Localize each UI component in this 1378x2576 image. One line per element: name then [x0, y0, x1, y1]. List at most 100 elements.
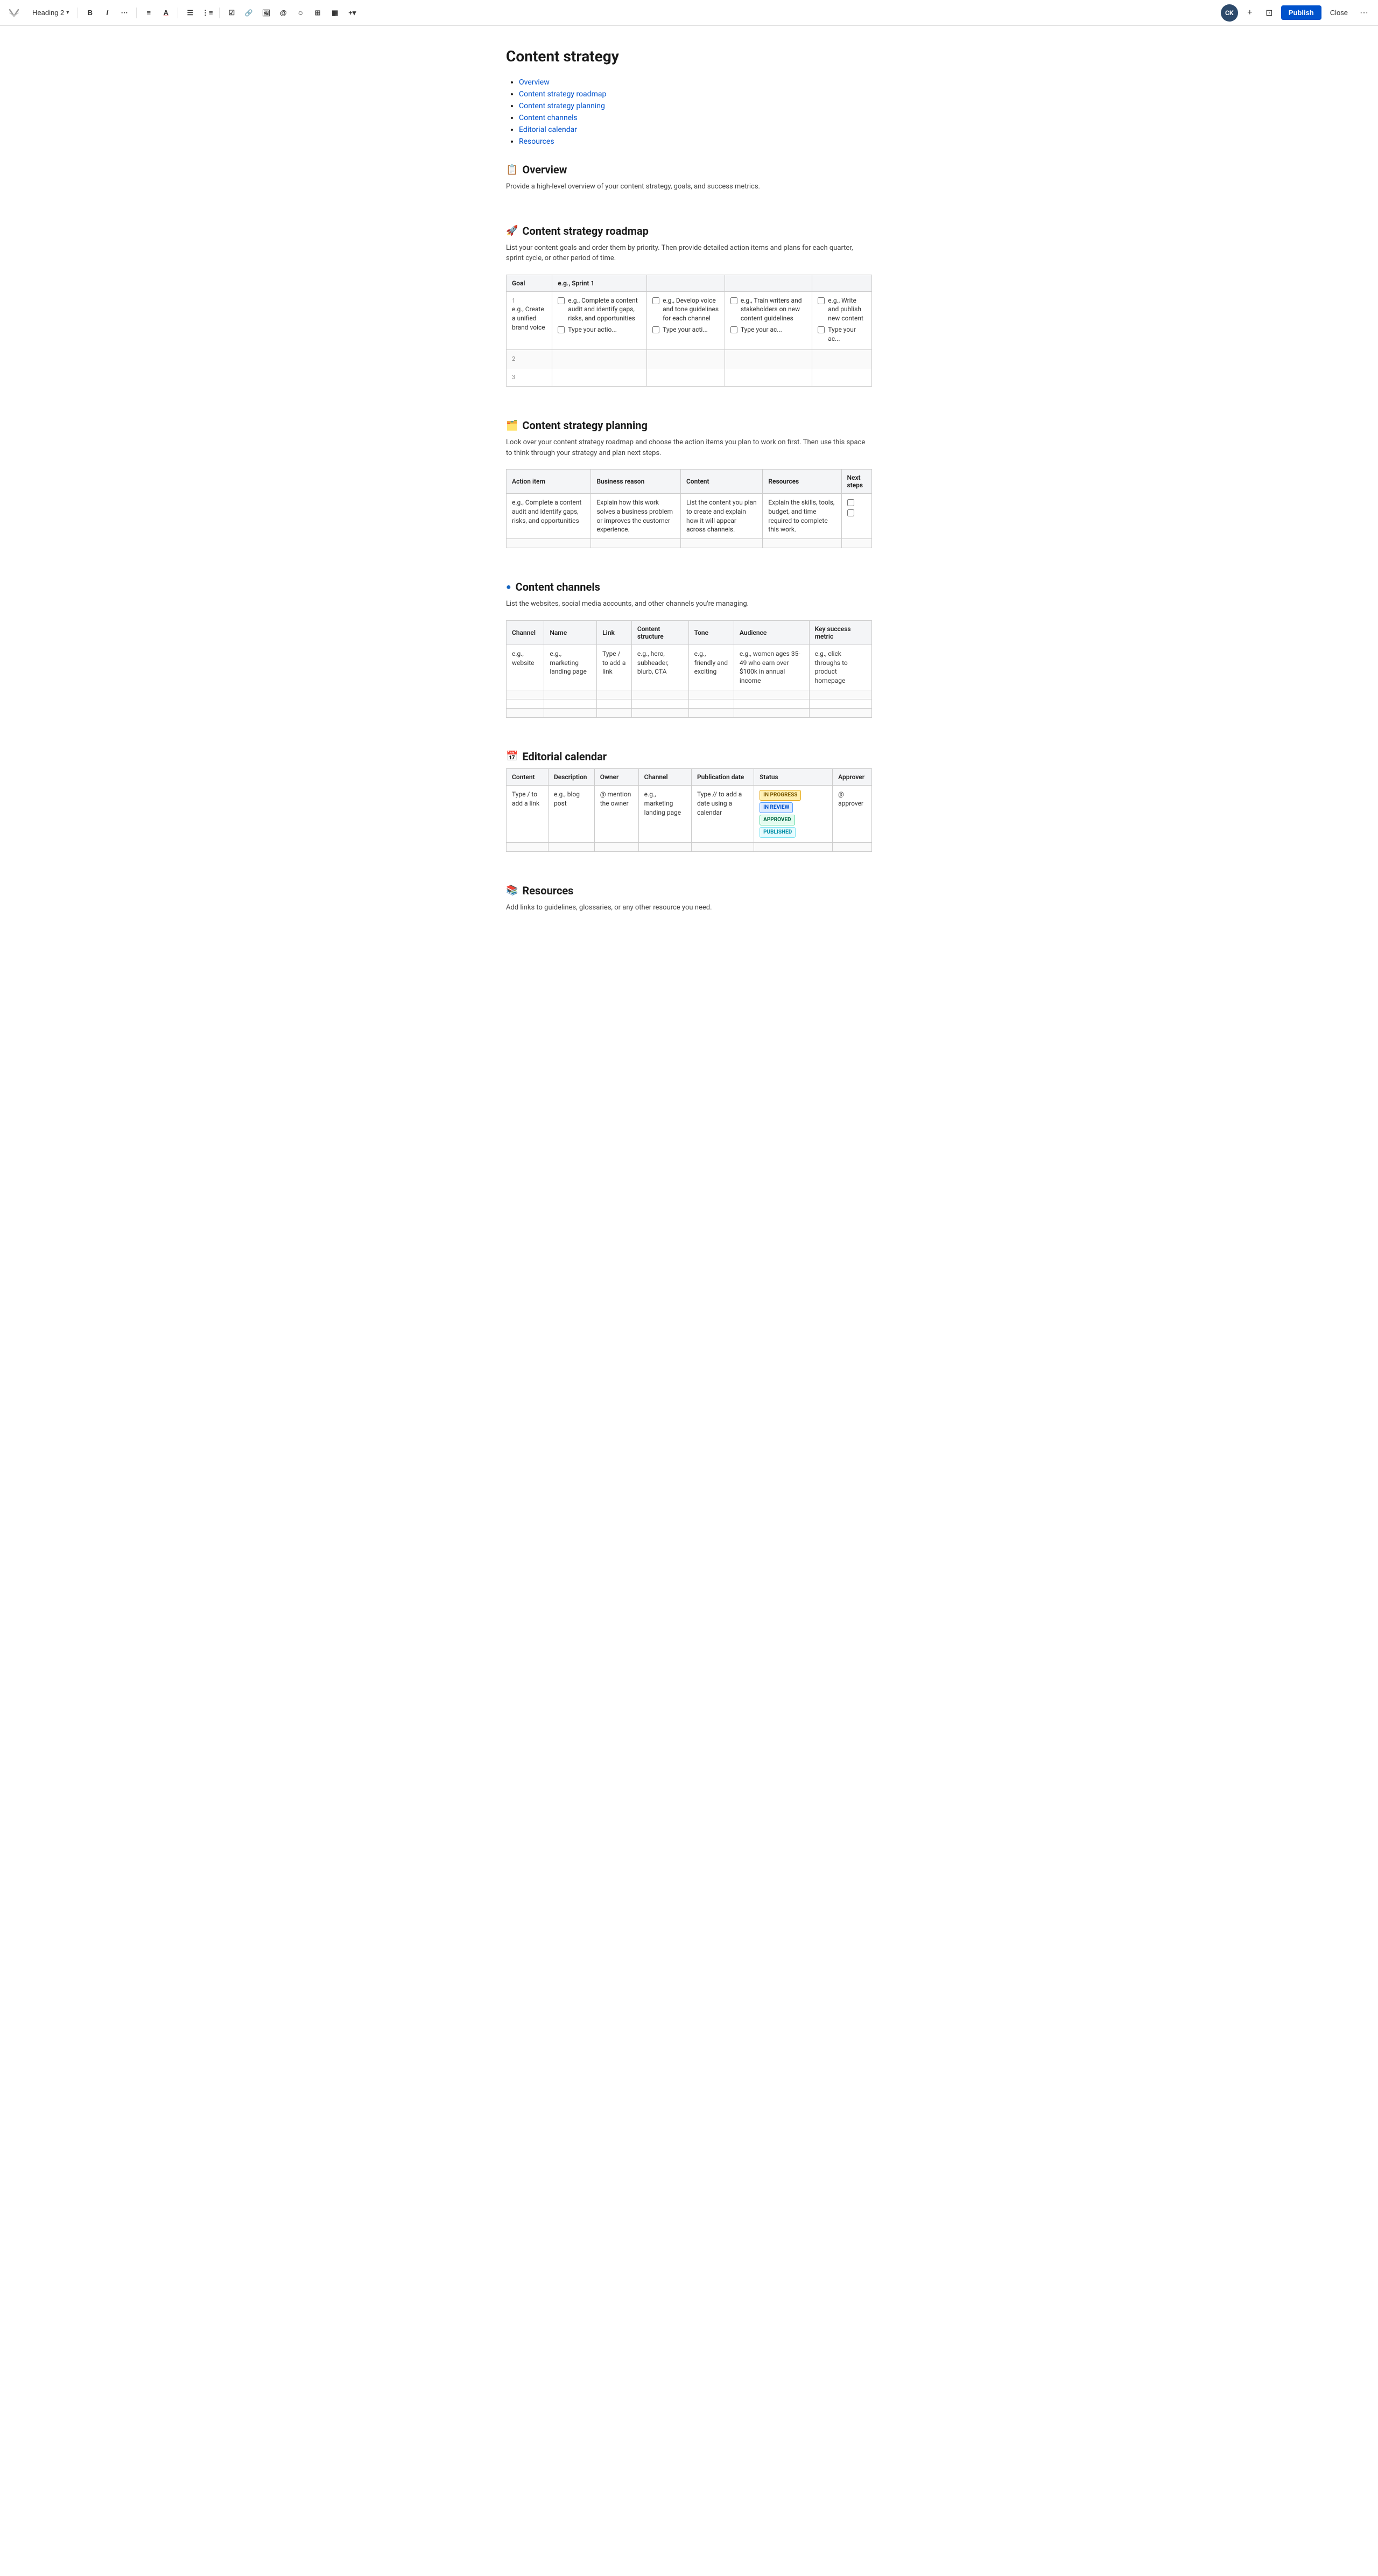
- planning-col-business: Business reason: [591, 470, 681, 494]
- numbered-list-button[interactable]: ⋮≡: [200, 5, 215, 20]
- task-checkbox[interactable]: [818, 297, 825, 304]
- task-checkbox[interactable]: [730, 326, 737, 333]
- italic-button[interactable]: I: [100, 5, 115, 20]
- toc-item-channels: Content channels: [519, 114, 872, 122]
- table-row: [507, 699, 872, 708]
- toc-item-overview: Overview: [519, 78, 872, 87]
- toc-link-planning[interactable]: Content strategy planning: [519, 102, 605, 110]
- toolbar: Heading 2 ▾ B I ··· ≡ A ☰ ⋮≡ ☑ 🔗 🖼 @ ☺ ⊞: [0, 0, 1378, 26]
- at-icon: @: [280, 9, 287, 17]
- template-icon: ⊡: [1265, 8, 1272, 18]
- more-insert-button[interactable]: +▾: [344, 5, 360, 20]
- channels-heading: ● Content channels: [506, 580, 872, 593]
- task-checkbox[interactable]: [730, 297, 737, 304]
- image-button[interactable]: 🖼: [258, 5, 273, 20]
- link-icon: 🔗: [245, 9, 253, 17]
- chart-button[interactable]: ▦: [327, 5, 342, 20]
- toc-link-resources[interactable]: Resources: [519, 137, 554, 146]
- roadmap-cell-s2-3: [647, 368, 725, 387]
- more-options-icon: ···: [1360, 8, 1368, 18]
- task-button[interactable]: ☑: [224, 5, 239, 20]
- calendar-cell-channel-1: e.g., marketing landing page: [638, 785, 691, 842]
- table-of-contents: Overview Content strategy roadmap Conten…: [506, 78, 872, 146]
- publish-button[interactable]: Publish: [1281, 5, 1321, 20]
- task-checkbox[interactable]: [652, 297, 659, 304]
- channels-cell-tone-1: e.g., friendly and exciting: [688, 645, 734, 690]
- channels-col-tone: Tone: [688, 620, 734, 645]
- emoji-button[interactable]: ☺: [293, 5, 308, 20]
- roadmap-col-goal: Goal: [507, 275, 552, 291]
- toc-link-roadmap[interactable]: Content strategy roadmap: [519, 90, 606, 99]
- channels-cell-metric-2: [809, 690, 871, 699]
- channels-cell-audience-3: [734, 699, 809, 708]
- close-button[interactable]: Close: [1326, 5, 1352, 20]
- link-button[interactable]: 🔗: [241, 5, 256, 20]
- channels-section: ● Content channels List the websites, so…: [506, 580, 872, 718]
- avatar[interactable]: CK: [1221, 4, 1238, 22]
- align-button[interactable]: ≡: [141, 5, 156, 20]
- resources-heading: 📚 Resources: [506, 884, 872, 897]
- channels-cell-structure-4: [631, 708, 688, 717]
- heading-style-selector[interactable]: Heading 2 ▾: [28, 6, 73, 19]
- roadmap-heading: 🚀 Content strategy roadmap: [506, 225, 872, 237]
- plus-icon: +: [1247, 8, 1252, 18]
- checkbox-item: Type your ac...: [818, 325, 866, 344]
- toc-link-overview[interactable]: Overview: [519, 78, 550, 87]
- toc-item-roadmap: Content strategy roadmap: [519, 90, 872, 99]
- toc-link-channels[interactable]: Content channels: [519, 114, 578, 122]
- checkbox-item: e.g., Develop voice and tone guidelines …: [652, 296, 719, 323]
- mention-button[interactable]: @: [276, 5, 291, 20]
- task-checkbox[interactable]: [558, 326, 565, 333]
- checkbox-item: e.g., Train writers and stakeholders on …: [730, 296, 806, 323]
- planning-cell-resources-2: [763, 539, 841, 548]
- calendar-cell-pubdate-2: [691, 842, 754, 851]
- table-row: e.g., website e.g., marketing landing pa…: [507, 645, 872, 690]
- channels-icon: ●: [506, 582, 511, 592]
- table-icon: ⊞: [315, 9, 321, 17]
- table-button[interactable]: ⊞: [310, 5, 325, 20]
- bullet-list-button[interactable]: ☰: [182, 5, 198, 20]
- task-checkbox[interactable]: [847, 499, 854, 506]
- roadmap-col-sprint3: [725, 275, 812, 291]
- bold-button[interactable]: B: [82, 5, 97, 20]
- logo-icon[interactable]: [6, 5, 22, 20]
- content-area: Content strategy Overview Content strate…: [495, 26, 883, 988]
- task-checkbox[interactable]: [818, 326, 825, 333]
- template-button[interactable]: ⊡: [1262, 5, 1277, 20]
- status-badge-published: PUBLISHED: [760, 827, 796, 838]
- planning-heading: 🗂️ Content strategy planning: [506, 419, 872, 432]
- task-checkbox[interactable]: [847, 509, 854, 516]
- planning-col-content: Content: [680, 470, 762, 494]
- text-color-button[interactable]: A: [158, 5, 173, 20]
- roadmap-cell-s3-3: [725, 368, 812, 387]
- task-checkbox[interactable]: [652, 326, 659, 333]
- channels-col-link: Link: [597, 620, 632, 645]
- channels-cell-structure-3: [631, 699, 688, 708]
- image-icon: 🖼: [262, 9, 270, 17]
- calendar-col-approver: Approver: [833, 768, 872, 785]
- checkbox-item: [847, 498, 866, 506]
- calendar-heading: 📅 Editorial calendar: [506, 750, 872, 763]
- more-options-button[interactable]: ···: [1356, 5, 1372, 20]
- roadmap-description: List your content goals and order them b…: [506, 243, 872, 264]
- planning-col-action: Action item: [507, 470, 591, 494]
- resources-description: Add links to guidelines, glossaries, or …: [506, 902, 872, 913]
- calendar-table: Content Description Owner Channel Public…: [506, 768, 872, 852]
- table-row: 3: [507, 368, 872, 387]
- add-collaborator-button[interactable]: +: [1242, 5, 1257, 20]
- toolbar-right: CK + ⊡ Publish Close ···: [1221, 4, 1372, 22]
- status-badge-in-review: IN REVIEW: [760, 802, 793, 813]
- align-icon: ≡: [147, 9, 151, 17]
- channels-cell-tone-3: [688, 699, 734, 708]
- calendar-col-description: Description: [548, 768, 594, 785]
- roadmap-table: Goal e.g., Sprint 1 1 e.g., Create a uni…: [506, 275, 872, 387]
- numbered-list-icon: ⋮≡: [202, 9, 213, 17]
- toolbar-divider-2: [136, 8, 137, 18]
- calendar-cell-pubdate-1: Type // to add a date using a calendar: [691, 785, 754, 842]
- toc-link-calendar[interactable]: Editorial calendar: [519, 125, 577, 134]
- bullet-list-icon: ☰: [187, 9, 193, 17]
- more-formatting-button[interactable]: ···: [117, 5, 132, 20]
- task-icon: ☑: [228, 9, 235, 17]
- toc-item-calendar: Editorial calendar: [519, 125, 872, 134]
- task-checkbox[interactable]: [558, 297, 565, 304]
